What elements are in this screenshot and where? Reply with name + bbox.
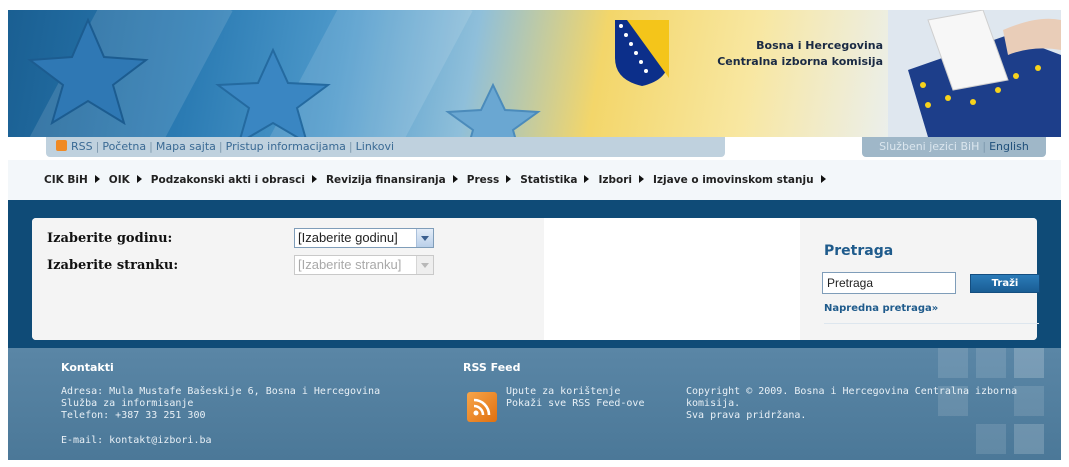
- copyright-line: komisija.: [686, 398, 741, 409]
- decorative-tile: [1014, 424, 1044, 454]
- rss-title: RSS Feed: [463, 361, 521, 374]
- rss-links: Upute za korištenje Pokaži sve RSS Feed-…: [506, 386, 644, 410]
- email-link[interactable]: E-mail: kontakt@izbori.ba: [61, 435, 212, 446]
- nav-item-revizija[interactable]: Revizija finansiranja: [326, 174, 446, 186]
- separator: |: [95, 140, 100, 153]
- banner-star-icon: [215, 47, 331, 137]
- year-select[interactable]: [Izaberite godinu]: [294, 228, 434, 248]
- party-label: Izaberite stranku:: [47, 258, 179, 273]
- header-banner: Bosna i Hercegovina Centralna izborna ko…: [8, 10, 1061, 137]
- nav-item-izjave[interactable]: Izjave o imovinskom stanju: [653, 174, 814, 186]
- decorative-tile: [976, 424, 1006, 454]
- rss-icon[interactable]: [56, 140, 67, 151]
- nav-arrow-icon: [506, 175, 512, 183]
- main-navigation: CIK BiH OIK Podzakonski akti i obrasci Revi…: [8, 160, 1061, 200]
- banner-title-line2: Centralna izborna komisija: [717, 55, 883, 68]
- coat-of-arms-icon: [615, 20, 669, 86]
- chevron-down-icon[interactable]: [416, 229, 433, 247]
- search-button[interactable]: Traži: [970, 274, 1040, 293]
- contact-address: Adresa: Mula Mustafe Bašeskije 6, Bosna …: [61, 386, 381, 397]
- separator: |: [149, 140, 153, 153]
- rss-link[interactable]: RSS: [71, 140, 93, 153]
- contact-email: E-mail: kontakt@izbori.ba: [61, 435, 212, 447]
- info-access-link[interactable]: Pristup informacijama: [226, 140, 346, 153]
- nav-arrow-icon: [311, 175, 317, 183]
- banner-star-icon: [27, 17, 149, 125]
- nav-arrow-icon: [639, 175, 645, 183]
- party-select[interactable]: [Izaberite stranku]: [294, 255, 434, 275]
- search-title: Pretraga: [824, 243, 894, 259]
- decorative-tile: [938, 348, 968, 378]
- contact-details: Adresa: Mula Mustafe Bašeskije 6, Bosna …: [61, 386, 380, 422]
- separator: |: [218, 140, 223, 153]
- copyright-line: Copyright © 2009. Bosna i Hercegovina Ce…: [686, 386, 1018, 397]
- nav-item-cik-bih[interactable]: CIK BiH: [44, 174, 88, 186]
- banner-title: Bosna i Hercegovina Centralna izborna ko…: [673, 38, 883, 70]
- top-link-bar: RSS | Početna | Mapa sajta | Pristup informaci…: [46, 137, 725, 157]
- sitemap-link[interactable]: Mapa sajta: [156, 140, 216, 153]
- decorative-tile: [1014, 386, 1044, 416]
- links-link[interactable]: Linkovi: [356, 140, 394, 153]
- nav-item-podzakonski-akti[interactable]: Podzakonski akti i obrasci: [151, 174, 305, 186]
- nav-arrow-icon: [94, 175, 100, 183]
- chevron-down-icon: [416, 256, 433, 274]
- copyright: Copyright © 2009. Bosna i Hercegovina Ce…: [686, 386, 1017, 422]
- home-link[interactable]: Početna: [102, 140, 146, 153]
- ballot-box-icon: [888, 10, 1061, 137]
- search-input[interactable]: Pretraga: [822, 272, 956, 294]
- contact-service: Služba za informisanje: [61, 398, 194, 409]
- english-link[interactable]: English: [989, 140, 1029, 153]
- decorative-tile: [1014, 348, 1044, 378]
- rss-feed-icon[interactable]: [467, 392, 497, 422]
- language-bar: Službeni jezici BiH | English: [862, 137, 1046, 157]
- nav-item-izbori[interactable]: Izbori: [598, 174, 632, 186]
- contact-phone: Telefon: +387 33 251 300: [61, 410, 206, 421]
- separator: |: [348, 140, 353, 153]
- nav-item-press[interactable]: Press: [467, 174, 500, 186]
- nav-arrow-icon: [452, 175, 458, 183]
- party-select-value: [Izaberite stranku]: [298, 257, 402, 272]
- official-languages-label: Službeni jezici BiH: [879, 140, 980, 153]
- banner-title-line1: Bosna i Hercegovina: [756, 39, 883, 52]
- contact-title: Kontakti: [61, 361, 114, 374]
- year-label: Izaberite godinu:: [47, 231, 173, 246]
- nav-item-statistika[interactable]: Statistika: [520, 174, 577, 186]
- rss-all-link[interactable]: Pokaži sve RSS Feed-ove: [506, 398, 644, 409]
- year-select-value: [Izaberite godinu]: [298, 230, 398, 245]
- footer: Kontakti Adresa: Mula Mustafe Bašeskije …: [8, 348, 1061, 460]
- page: Bosna i Hercegovina Centralna izborna ko…: [8, 10, 1061, 460]
- banner-star-icon: [445, 82, 541, 137]
- content-panel: Izaberite godinu: [Izaberite godinu] Iza…: [32, 218, 1040, 340]
- decorative-tile: [976, 348, 1006, 378]
- content-area: Izaberite godinu: [Izaberite godinu] Iza…: [8, 200, 1061, 348]
- advanced-search-link[interactable]: Napredna pretraga»: [824, 303, 938, 314]
- nav-arrow-icon: [584, 175, 590, 183]
- nav-arrow-icon: [136, 175, 142, 183]
- rss-usage-link[interactable]: Upute za korištenje: [506, 386, 620, 397]
- divider: [824, 323, 1039, 324]
- nav-item-oik[interactable]: OIK: [109, 174, 130, 186]
- nav-arrow-icon: [820, 175, 826, 183]
- copyright-line: Sva prava pridržana.: [686, 410, 807, 421]
- separator: |: [982, 140, 987, 153]
